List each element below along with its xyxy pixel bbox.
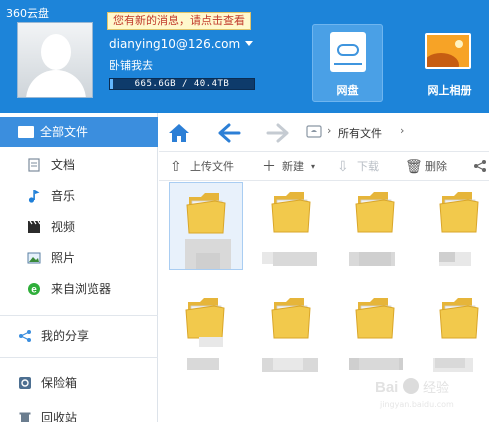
- account-dropdown-icon[interactable]: [245, 41, 253, 46]
- sidebar-item-photos[interactable]: 照片: [0, 243, 158, 273]
- photo-icon: [27, 252, 41, 264]
- breadcrumb[interactable]: › 所有文件 ›: [306, 121, 484, 143]
- video-icon: [28, 220, 41, 233]
- divider: [0, 357, 158, 358]
- file-item[interactable]: [255, 182, 329, 270]
- sidebar-item-recycle-bin[interactable]: 回收站: [0, 403, 158, 422]
- folder-icon: [271, 192, 311, 233]
- drive-icon: [306, 125, 322, 138]
- breadcrumb-current[interactable]: 所有文件: [338, 125, 382, 141]
- file-item[interactable]: [339, 288, 413, 376]
- avatar-body: [26, 70, 86, 97]
- svg-text:Bai: Bai: [375, 379, 398, 396]
- navigation-toolbar: › 所有文件 ›: [159, 113, 489, 151]
- sidebar-item-browser[interactable]: e 来自浏览器: [0, 274, 158, 304]
- svg-text:经验: 经验: [423, 380, 449, 395]
- watermark-url: jingyan.baidu.com: [380, 400, 454, 409]
- chevron-right-icon: ›: [327, 124, 332, 137]
- browser-icon: e: [28, 283, 40, 296]
- file-name-redacted: [359, 252, 391, 266]
- action-bar: ⇧ 上传文件 ＋ 新建 ▾ ⇩ 下载 🗑 删除: [159, 151, 489, 181]
- divider: [0, 315, 158, 316]
- document-icon: [28, 158, 40, 172]
- nav-photo-album[interactable]: 网上相册: [412, 24, 487, 102]
- app-title: 360云盘: [6, 7, 49, 20]
- storage-quota-text: 665.6GB / 40.4TB: [134, 79, 230, 89]
- sidebar-item-label: 照片: [51, 251, 76, 265]
- file-name-redacted: [439, 252, 455, 262]
- header: 360云盘 您有新的消息，请点击查看 dianying10@126.com 卧铺…: [0, 0, 489, 113]
- folder-icon: [439, 298, 479, 339]
- share-icon[interactable]: [473, 159, 487, 173]
- delete-button[interactable]: 🗑 删除: [405, 158, 459, 176]
- back-arrow-icon[interactable]: [217, 122, 241, 144]
- home-icon[interactable]: [167, 122, 191, 144]
- file-item[interactable]: [423, 288, 489, 376]
- sidebar-item-label: 文档: [51, 158, 76, 172]
- avatar-head: [41, 34, 71, 70]
- folder-icon: [271, 298, 311, 339]
- sidebar-item-label: 视频: [51, 220, 76, 234]
- sidebar-item-vault[interactable]: 保险箱: [0, 368, 158, 398]
- file-name-redacted: [196, 253, 220, 269]
- file-item[interactable]: [169, 182, 243, 270]
- sidebar-item-documents[interactable]: 文档: [0, 150, 158, 180]
- account-email[interactable]: dianying10@126.com: [109, 37, 240, 51]
- avatar[interactable]: [17, 22, 93, 98]
- file-item[interactable]: [169, 288, 243, 376]
- file-name-redacted: [273, 358, 303, 370]
- sidebar-item-label: 我的分享: [41, 329, 90, 343]
- upload-icon: ⇧: [170, 159, 182, 175]
- download-icon: ⇩: [337, 159, 349, 175]
- trash-icon: 🗑: [405, 159, 423, 175]
- sidebar-item-music[interactable]: 音乐: [0, 181, 158, 211]
- folder-icon: [439, 192, 479, 233]
- music-icon: [28, 190, 40, 203]
- username: 卧铺我去: [109, 59, 153, 72]
- sidebar-item-label: 来自浏览器: [51, 282, 112, 296]
- new-button[interactable]: ＋ 新建 ▾: [262, 158, 324, 176]
- storage-quota-bar: 665.6GB / 40.4TB: [109, 78, 255, 90]
- file-name-redacted: [359, 358, 399, 370]
- forward-arrow-icon[interactable]: [266, 122, 290, 144]
- vault-icon: [19, 377, 31, 389]
- file-item[interactable]: [339, 182, 413, 270]
- upload-button[interactable]: ⇧ 上传文件: [170, 158, 248, 176]
- sidebar-item-video[interactable]: 视频: [0, 212, 158, 242]
- folder-icon: [355, 298, 395, 339]
- photo-album-icon: [425, 33, 471, 69]
- sidebar-item-my-share[interactable]: 我的分享: [0, 321, 158, 351]
- chevron-right-icon[interactable]: ›: [400, 124, 404, 137]
- sidebar-item-all-files[interactable]: 全部文件: [0, 117, 158, 147]
- folder-icon: [18, 126, 34, 138]
- baidu-logo: Bai 经验: [375, 378, 449, 396]
- svg-text:e: e: [31, 285, 37, 296]
- plus-icon: ＋: [262, 159, 276, 175]
- sidebar-item-label: 回收站: [41, 411, 78, 422]
- file-name-redacted: [187, 358, 219, 370]
- file-name-redacted: [435, 358, 465, 368]
- sidebar-item-label: 音乐: [51, 189, 76, 203]
- chevron-down-icon: ▾: [311, 162, 316, 171]
- file-name-redacted: [273, 252, 317, 266]
- folder-icon: [186, 193, 226, 234]
- nav-cloud-disk[interactable]: 网盘: [312, 24, 383, 102]
- file-item[interactable]: [255, 288, 329, 376]
- download-button[interactable]: ⇩ 下载: [337, 158, 392, 176]
- sidebar-item-label: 保险箱: [41, 376, 78, 390]
- file-item[interactable]: [423, 182, 489, 270]
- nav-cloud-disk-label: 网盘: [336, 84, 359, 97]
- file-name-redacted: [199, 337, 223, 347]
- folder-icon: [355, 192, 395, 233]
- folder-icon: [185, 298, 225, 339]
- recycle-bin-icon: [19, 412, 31, 422]
- sidebar: 全部文件 文档 音乐 视频 照片 e 来自浏览器 我的分享 保险箱 回收站: [0, 113, 158, 422]
- message-notice[interactable]: 您有新的消息，请点击查看: [107, 12, 251, 30]
- watermark: Bai 经验 jingyan.baidu.com: [343, 370, 489, 422]
- cloud-disk-icon: [330, 32, 366, 72]
- share-icon: [19, 330, 31, 342]
- sidebar-item-label: 全部文件: [40, 125, 89, 139]
- app-window: 360云盘 您有新的消息，请点击查看 dianying10@126.com 卧铺…: [0, 0, 489, 422]
- nav-photo-album-label: 网上相册: [427, 84, 472, 97]
